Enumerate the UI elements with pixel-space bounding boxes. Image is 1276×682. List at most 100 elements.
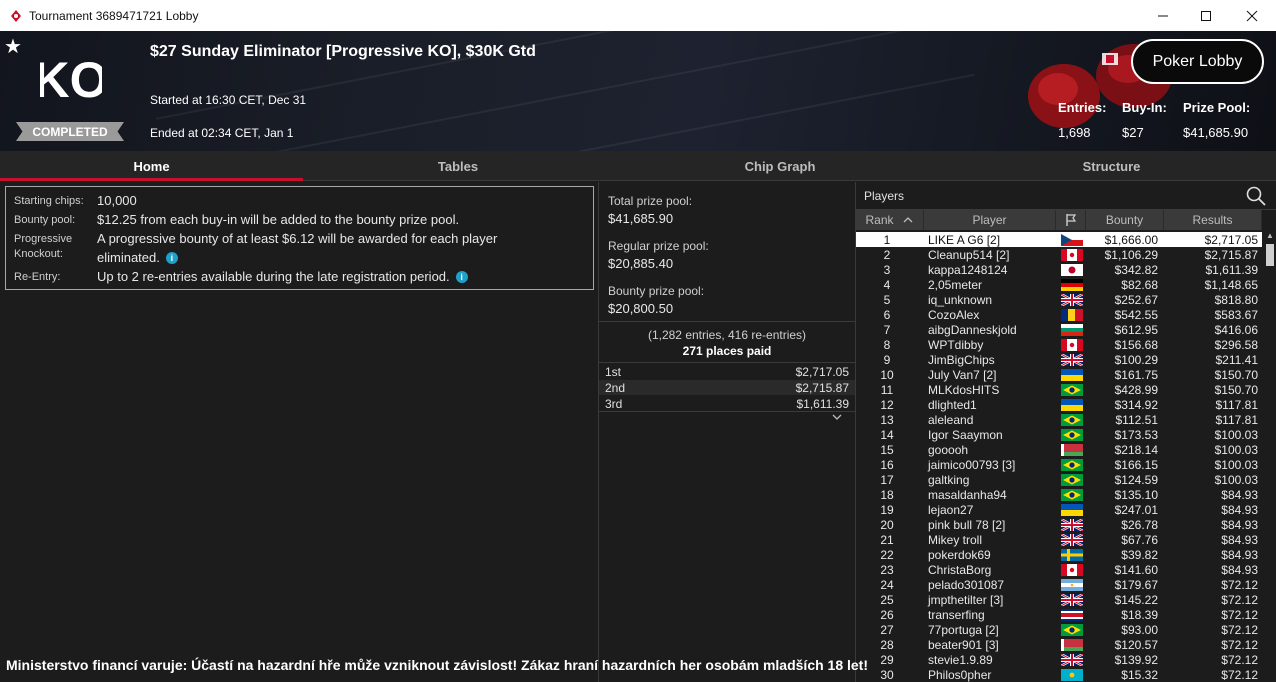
close-button[interactable] [1229, 0, 1275, 31]
country-flag-icon [1061, 324, 1083, 336]
country-flag-icon [1061, 594, 1083, 606]
player-bounty: $15.32 [1121, 668, 1158, 682]
player-bounty: $218.14 [1114, 443, 1158, 457]
player-rank: 26 [880, 608, 894, 622]
player-name: CozoAlex [928, 308, 980, 322]
player-row[interactable]: 15 gooooh $218.14 $100.03 [856, 442, 1262, 457]
player-row[interactable]: 10 July Van7 [2] $161.75 $150.70 [856, 367, 1262, 382]
favorite-star-icon[interactable]: ★ [4, 34, 22, 59]
maximize-button[interactable] [1183, 0, 1229, 31]
scroll-up-icon[interactable]: ▲ [1263, 230, 1276, 242]
player-row[interactable]: 6 CozoAlex $542.55 $583.67 [856, 307, 1262, 322]
player-rank: 2 [883, 248, 891, 262]
player-bounty: $542.55 [1114, 308, 1158, 322]
player-bounty: $252.67 [1114, 293, 1158, 307]
player-name: WPTdibby [928, 338, 984, 352]
scroll-thumb[interactable] [1266, 244, 1274, 266]
search-icon[interactable] [1245, 185, 1267, 207]
player-bounty: $156.68 [1114, 338, 1158, 352]
player-rank: 22 [880, 548, 894, 562]
progressive-label: Progressive [14, 233, 73, 245]
player-rank: 5 [883, 293, 891, 307]
player-name: pink bull 78 [2] [928, 518, 1006, 532]
player-name: dlighted1 [928, 398, 977, 412]
tab-tables[interactable]: Tables [303, 151, 613, 181]
player-row[interactable]: 26 transerfing $18.39 $72.12 [856, 607, 1262, 622]
player-bounty: $26.78 [1121, 518, 1158, 532]
tournament-header: ★ KO COMPLETED $27 Sunday Eliminator [Pr… [0, 31, 1276, 151]
player-name: transerfing [928, 608, 985, 622]
player-name: July Van7 [2] [928, 368, 997, 382]
minimize-button[interactable] [1140, 0, 1186, 31]
column-country[interactable] [1056, 210, 1086, 230]
starting-chips-value: 10,000 [97, 193, 137, 208]
payout-place: 3rd [605, 397, 623, 411]
player-row[interactable]: 8 WPTdibby $156.68 $296.58 [856, 337, 1262, 352]
country-flag-icon [1061, 549, 1083, 561]
country-flag-icon [1061, 474, 1083, 486]
column-player[interactable]: Player [924, 210, 1056, 230]
player-name: iq_unknown [928, 293, 993, 307]
country-flag-icon [1061, 519, 1083, 531]
player-result: $296.58 [1214, 338, 1258, 352]
player-row[interactable]: 18 masaldanha94 $135.10 $84.93 [856, 487, 1262, 502]
player-row[interactable]: 29 stevie1.9.89 $139.92 $72.12 [856, 652, 1262, 667]
regular-prize-value: $20,885.40 [608, 256, 674, 271]
player-result: $2,715.87 [1204, 248, 1258, 262]
tab-chip-graph[interactable]: Chip Graph [613, 151, 947, 181]
player-row[interactable]: 3 kappa1248124 $342.82 $1,611.39 [856, 262, 1262, 277]
player-row[interactable]: 12 dlighted1 $314.92 $117.81 [856, 397, 1262, 412]
player-row[interactable]: 27 77portuga [2] $93.00 $72.12 [856, 622, 1262, 637]
player-row[interactable]: 22 pokerdok69 $39.82 $84.93 [856, 547, 1262, 562]
player-row[interactable]: 30 Philos0pher $15.32 $72.12 [856, 667, 1262, 682]
player-name: Igor Saaymon [928, 428, 1003, 442]
player-name: galtking [928, 473, 970, 487]
players-header: Players [856, 182, 1276, 210]
player-result: $150.70 [1214, 383, 1258, 397]
player-bounty: $120.57 [1114, 638, 1158, 652]
player-row[interactable]: 19 lejaon27 $247.01 $84.93 [856, 502, 1262, 517]
player-rank: 18 [880, 488, 894, 502]
player-row[interactable]: 11 MLKdosHITS $428.99 $150.70 [856, 382, 1262, 397]
player-row[interactable]: 7 aibgDanneskjold $612.95 $416.06 [856, 322, 1262, 337]
tournament-lobby-window: Tournament 3689471721 Lobby ★ KO COMPLET… [0, 0, 1276, 682]
column-bounty[interactable]: Bounty [1086, 210, 1164, 230]
player-row[interactable]: 5 iq_unknown $252.67 $818.80 [856, 292, 1262, 307]
player-row[interactable]: 16 jaimico00793 [3] $166.15 $100.03 [856, 457, 1262, 472]
player-result: $117.81 [1215, 413, 1259, 427]
poker-lobby-button[interactable]: Poker Lobby [1131, 39, 1264, 84]
player-row[interactable]: 1 LIKE A G6 [2] $1,666.00 $2,717.05 [856, 232, 1262, 247]
column-rank[interactable]: Rank [856, 210, 924, 230]
player-row[interactable]: 2 Cleanup514 [2] $1,106.29 $2,715.87 [856, 247, 1262, 262]
player-row[interactable]: 21 Mikey troll $67.76 $84.93 [856, 532, 1262, 547]
player-row[interactable]: 4 2,05meter $82.68 $1,148.65 [856, 277, 1262, 292]
player-row[interactable]: 20 pink bull 78 [2] $26.78 $84.93 [856, 517, 1262, 532]
info-icon[interactable]: i [165, 252, 178, 264]
tab-structure[interactable]: Structure [947, 151, 1276, 181]
expand-payouts-chevron-down-icon[interactable] [831, 413, 843, 421]
player-result: $72.12 [1221, 668, 1258, 682]
player-result: $818.80 [1214, 293, 1258, 307]
player-bounty: $124.59 [1114, 473, 1158, 487]
player-name: pokerdok69 [928, 548, 991, 562]
player-name: jaimico00793 [3] [928, 458, 1016, 472]
player-row[interactable]: 13 aleleand $112.51 $117.81 [856, 412, 1262, 427]
tab-home[interactable]: Home [0, 151, 303, 181]
player-name: Philos0pher [928, 668, 992, 682]
player-result: $84.93 [1221, 563, 1258, 577]
player-row[interactable]: 9 JimBigChips $100.29 $211.41 [856, 352, 1262, 367]
player-rank: 11 [880, 383, 894, 397]
title-bar: Tournament 3689471721 Lobby [0, 0, 1276, 31]
player-row[interactable]: 25 jmpthetilter [3] $145.22 $72.12 [856, 592, 1262, 607]
player-row[interactable]: 24 pelado301087 $179.67 $72.12 [856, 577, 1262, 592]
info-icon[interactable]: i [455, 271, 468, 283]
country-flag-icon [1061, 489, 1083, 501]
player-rank: 7 [883, 323, 891, 337]
player-row[interactable]: 28 beater901 [3] $120.57 $72.12 [856, 637, 1262, 652]
players-scrollbar[interactable]: ▲ [1263, 230, 1276, 682]
player-row[interactable]: 14 Igor Saaymon $173.53 $100.03 [856, 427, 1262, 442]
player-row[interactable]: 23 ChristaBorg $141.60 $84.93 [856, 562, 1262, 577]
column-results[interactable]: Results [1164, 210, 1262, 230]
player-row[interactable]: 17 galtking $124.59 $100.03 [856, 472, 1262, 487]
divider [599, 362, 855, 363]
